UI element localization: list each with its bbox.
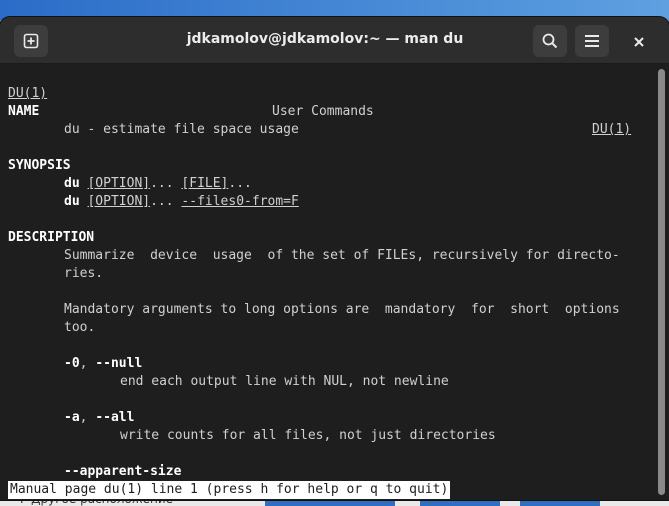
new-tab-icon: [23, 33, 39, 49]
close-button[interactable]: [626, 29, 652, 55]
title-bar[interactable]: jdkamolov@jdkamolov:~ — man du: [0, 17, 669, 64]
name-text: du - estimate file space usage: [64, 122, 299, 137]
scrollbar[interactable]: [655, 65, 669, 500]
man-header-right: DU(1): [592, 122, 632, 137]
description-heading: DESCRIPTION: [8, 230, 95, 245]
option-apparent-size: --apparent-size: [64, 464, 182, 479]
pager-status-line: Manual page du(1) line 1 (press h for he…: [8, 481, 451, 499]
synopsis-line-2: du [OPTION]... --files0-from=F: [64, 194, 299, 209]
option-null-desc: end each output line with NUL, not newli…: [120, 374, 449, 389]
terminal-content[interactable]: DU(1) User Commands DU(1) NAME du - esti…: [0, 65, 655, 500]
option-null: -0, --null: [64, 356, 143, 371]
close-icon: [634, 37, 644, 47]
synopsis-heading: SYNOPSIS: [8, 158, 71, 173]
man-header-center: User Commands: [272, 104, 374, 119]
description-text-2a: Mandatory arguments to long options are …: [64, 302, 620, 317]
scrollbar-thumb[interactable]: [658, 69, 665, 495]
terminal-window: jdkamolov@jdkamolov:~ — man du DU(1) Use…: [0, 17, 669, 500]
search-button[interactable]: [533, 25, 567, 57]
menu-button[interactable]: [575, 25, 609, 57]
synopsis-line-1: du [OPTION]... [FILE]...: [64, 176, 252, 191]
option-all: -a, --all: [64, 410, 135, 425]
name-heading: NAME: [8, 104, 40, 119]
search-icon: [542, 33, 558, 49]
man-header: DU(1) User Commands DU(1): [8, 67, 632, 137]
new-tab-button[interactable]: [14, 25, 48, 57]
description-text-1a: Summarize device usage of the set of FIL…: [64, 248, 620, 263]
description-text-2b: too.: [64, 320, 96, 335]
hamburger-menu-icon: [585, 35, 599, 47]
man-header-left: DU(1): [8, 86, 48, 101]
window-title: jdkamolov@jdkamolov:~ — man du: [186, 31, 464, 47]
option-all-desc: write counts for all files, not just dir…: [120, 428, 496, 443]
description-text-1b: ries.: [64, 266, 104, 281]
